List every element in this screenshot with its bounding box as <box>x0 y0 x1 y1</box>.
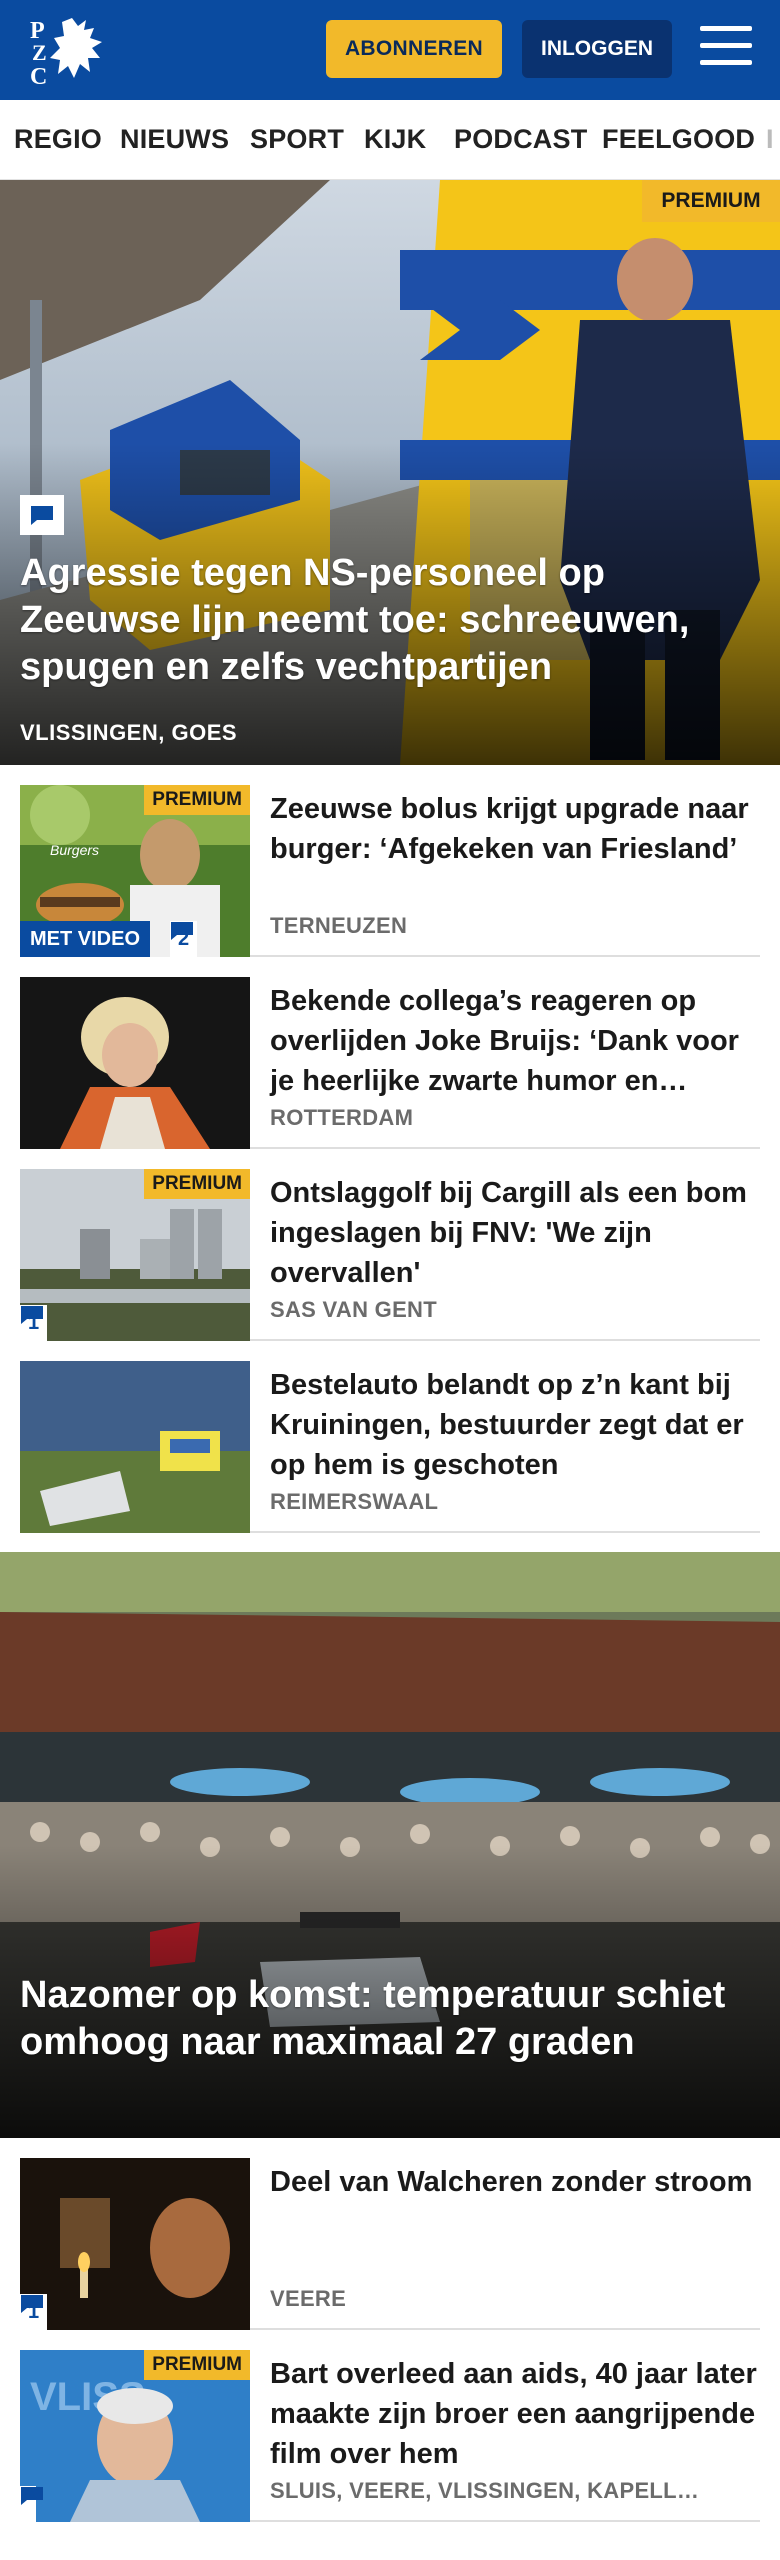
list-item[interactable]: VLISS PREMIUM Bart overleed aan aids, 40… <box>20 2330 760 2522</box>
list-item[interactable]: Bestelauto belandt op z’n kant bij Kruin… <box>20 1341 760 1533</box>
list-item[interactable]: Bekende collega’s reageren op overlijden… <box>20 957 760 1149</box>
article-location: REIMERSWAAL <box>270 1489 439 1514</box>
svg-text:C: C <box>30 64 47 86</box>
comment-count: 1 <box>20 1305 48 1341</box>
article-location: TERNEUZEN <box>270 913 408 938</box>
premium-badge: PREMIUM <box>144 2350 250 2380</box>
list-item[interactable]: Burgers PREMIUM MET VIDEO 2 Zeeuwse bolu… <box>20 765 760 957</box>
article-title[interactable]: Zeeuwse bolus krijgt upgrade naar burger… <box>270 789 760 869</box>
comment-count: 2 <box>170 921 198 957</box>
pzc-logo[interactable]: P Z C <box>28 14 110 86</box>
article-thumbnail <box>20 1361 250 1533</box>
article-location: SAS VAN GENT <box>270 1297 437 1322</box>
nav-item-more[interactable]: I <box>766 124 774 155</box>
comment-icon <box>21 1306 43 1324</box>
article-location: VEERE <box>270 2286 347 2311</box>
login-button[interactable]: INLOGGEN <box>522 20 672 78</box>
premium-badge: PREMIUM <box>144 785 250 815</box>
section-nav: REGIO NIEUWS SPORT KIJK PODCAST FEELGOOD… <box>0 100 780 180</box>
featured-article[interactable]: Nazomer op komst: temperatuur schiet omh… <box>0 1552 780 2138</box>
hero-location: VLISSINGEN, GOES <box>20 720 238 745</box>
nav-item-podcast[interactable]: PODCAST <box>454 124 587 155</box>
comment-count: 1 <box>20 2294 48 2330</box>
article-title[interactable]: Bestelauto belandt op z’n kant bij Kruin… <box>270 1365 760 1485</box>
nav-item-sport[interactable]: SPORT <box>250 124 344 155</box>
article-title[interactable]: Bekende collega’s reageren op overlijden… <box>270 981 760 1101</box>
comment-icon <box>20 2486 43 2522</box>
nav-item-nieuws[interactable]: NIEUWS <box>120 124 229 155</box>
top-bar: P Z C ABONNEREN INLOGGEN <box>0 0 780 100</box>
comment-icon <box>171 922 193 940</box>
article-thumbnail <box>20 977 250 1149</box>
article-title[interactable]: Bart overleed aan aids, 40 jaar later ma… <box>270 2354 760 2474</box>
hero-title[interactable]: Agressie tegen NS-personeel op Zeeuwse l… <box>20 550 760 691</box>
subscribe-button[interactable]: ABONNEREN <box>326 20 502 78</box>
article-thumbnail: 1 <box>20 2158 250 2330</box>
article-thumbnail: Burgers PREMIUM MET VIDEO 2 <box>20 785 250 957</box>
hero-article[interactable]: PREMIUM Agressie tegen NS-personeel op Z… <box>0 180 780 765</box>
menu-icon[interactable] <box>700 26 752 70</box>
list-item[interactable]: 1 Deel van Walcheren zonder stroom VEERE <box>20 2138 760 2330</box>
nav-item-kijk[interactable]: KIJK <box>364 124 426 155</box>
video-badge: MET VIDEO <box>20 921 151 957</box>
svg-text:Burgers: Burgers <box>50 842 99 858</box>
article-location: SLUIS, VEERE, VLISSINGEN, KAPELL… <box>270 2478 700 2503</box>
article-location: ROTTERDAM <box>270 1105 414 1130</box>
article-thumbnail: VLISS PREMIUM <box>20 2350 250 2522</box>
premium-badge: PREMIUM <box>642 180 780 222</box>
article-thumbnail: PREMIUM 1 <box>20 1169 250 1341</box>
article-title[interactable]: Deel van Walcheren zonder stroom <box>270 2162 760 2202</box>
article-title[interactable]: Ontslaggolf bij Cargill als een bom inge… <box>270 1173 760 1293</box>
premium-badge: PREMIUM <box>144 1169 250 1199</box>
comment-icon <box>21 2295 43 2313</box>
nav-item-regio[interactable]: REGIO <box>14 124 102 155</box>
comment-icon <box>20 495 64 535</box>
nav-item-feelgood[interactable]: FEELGOOD <box>602 124 755 155</box>
list-item[interactable]: PREMIUM 1 Ontslaggolf bij Cargill als ee… <box>20 1149 760 1341</box>
svg-text:Z: Z <box>32 40 47 65</box>
featured-title[interactable]: Nazomer op komst: temperatuur schiet omh… <box>20 1972 760 2066</box>
